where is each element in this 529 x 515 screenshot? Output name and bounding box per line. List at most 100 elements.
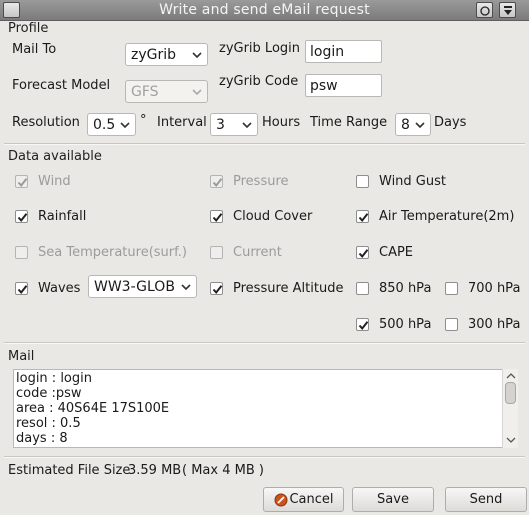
check-icon [17,178,28,188]
max-size-note: ( Max 4 MB ) [182,463,264,478]
time-range-label: Time Range [310,115,388,130]
700-hpa-checkbox[interactable] [445,282,458,295]
resolution-value: 0.5 [93,117,116,133]
pressure-label: Pressure [233,174,289,189]
cancel-icon [274,493,288,507]
interval-label: Interval [157,115,207,130]
forecast-model-select: GFS [125,80,208,103]
mail-to-label: Mail To [12,42,57,57]
code-label: zyGrib Code [219,74,299,89]
300-hpa-checkbox[interactable] [445,318,458,331]
mail-scrollbar[interactable] [502,369,518,448]
days-label: Days [434,115,467,130]
profile-divider [4,143,525,145]
resolution-label: Resolution [12,115,80,130]
title-bar: Write and send eMail request [0,0,529,21]
restore-button[interactable] [476,2,493,18]
mail-to-value: zyGrib [131,47,177,63]
air-temperature-2m-checkbox[interactable] [356,210,369,223]
500-hpa-label: 500 hPa [379,317,432,332]
chevron-down-icon [192,52,202,59]
sea-temperature-surf-label: Sea Temperature(surf.) [38,245,187,260]
save-label: Save [377,492,409,507]
pressure-altitude-label: Pressure Altitude [233,281,344,296]
mail-line: login : login [16,371,92,386]
pressure-altitude-checkbox[interactable] [210,282,223,295]
chevron-down-icon [504,6,512,15]
chevron-down-icon [506,437,516,443]
estimated-size-value: 3.59 MB [128,463,182,478]
data-divider [4,342,525,344]
resolution-select[interactable]: 0.5 [87,113,136,136]
current-checkbox [210,246,223,259]
check-icon [358,321,369,331]
data-available-section-label: Data available [8,149,102,164]
850-hpa-checkbox[interactable] [356,282,369,295]
mail-section-label: Mail [8,349,35,364]
850-hpa-label: 850 hPa [379,281,432,296]
mail-line: area : 40S64E 17S100E [16,401,170,416]
profile-section-label: Profile [8,21,49,36]
interval-select[interactable]: 3 [210,113,258,136]
chevron-down-icon [120,122,130,129]
check-icon [17,285,28,295]
waves-label: Waves [38,281,81,296]
waves-model-select[interactable]: WW3-GLOB [88,275,197,298]
cape-checkbox[interactable] [356,246,369,259]
time-range-select[interactable]: 8 [395,113,431,136]
check-icon [212,213,223,223]
chevron-down-icon [192,89,202,96]
cloud-cover-checkbox[interactable] [210,210,223,223]
check-icon [212,178,223,188]
700-hpa-label: 700 hPa [468,281,521,296]
cape-label: CAPE [379,245,414,260]
pressure-checkbox [210,175,223,188]
rainfall-checkbox[interactable] [15,210,28,223]
estimated-size-label: Estimated File Size [8,463,131,478]
send-button[interactable]: Send [445,487,527,512]
mail-body-textarea[interactable]: login : login code :psw area : 40S64E 17… [13,369,517,448]
login-label: zyGrib Login [219,41,301,56]
code-field[interactable]: psw [305,74,382,97]
wind-label: Wind [38,174,71,189]
sea-temperature-surf-checkbox [15,246,28,259]
scroll-thumb[interactable] [505,382,516,404]
check-icon [358,249,369,259]
save-button[interactable]: Save [352,487,434,512]
shade-button[interactable] [499,2,516,18]
300-hpa-label: 300 hPa [468,317,521,332]
chevron-down-icon [415,122,425,129]
chevron-up-icon [506,373,516,379]
cloud-cover-label: Cloud Cover [233,209,313,224]
login-field[interactable]: login [305,40,382,63]
mail-divider [4,456,525,458]
hours-label: Hours [262,115,301,130]
check-icon [212,285,223,295]
air-temperature-2m-label: Air Temperature(2m) [379,209,515,224]
circle-icon [480,6,490,16]
mail-line: days : 8 [16,431,68,446]
degree-symbol: ° [140,113,147,128]
wind-checkbox [15,175,28,188]
time-range-value: 8 [401,117,410,133]
mail-line: resol : 0.5 [16,416,81,431]
chevron-down-icon [181,284,191,291]
wind-gust-checkbox[interactable] [356,175,369,188]
waves-checkbox[interactable] [15,282,28,295]
mail-to-select[interactable]: zyGrib [125,43,208,66]
check-icon [17,213,28,223]
window-title: Write and send eMail request [159,2,370,18]
500-hpa-checkbox[interactable] [356,318,369,331]
wind-gust-label: Wind Gust [379,174,446,189]
mail-line: code :psw [16,386,82,401]
current-label: Current [233,245,282,260]
forecast-model-label: Forecast Model [12,78,111,93]
check-icon [358,213,369,223]
cancel-button[interactable]: Cancel [263,487,344,512]
waves-model-value: WW3-GLOB [94,279,175,295]
send-label: Send [469,492,503,507]
interval-value: 3 [216,117,225,133]
forecast-model-value: GFS [131,84,159,100]
chevron-down-icon [242,122,252,129]
rainfall-label: Rainfall [38,209,87,224]
